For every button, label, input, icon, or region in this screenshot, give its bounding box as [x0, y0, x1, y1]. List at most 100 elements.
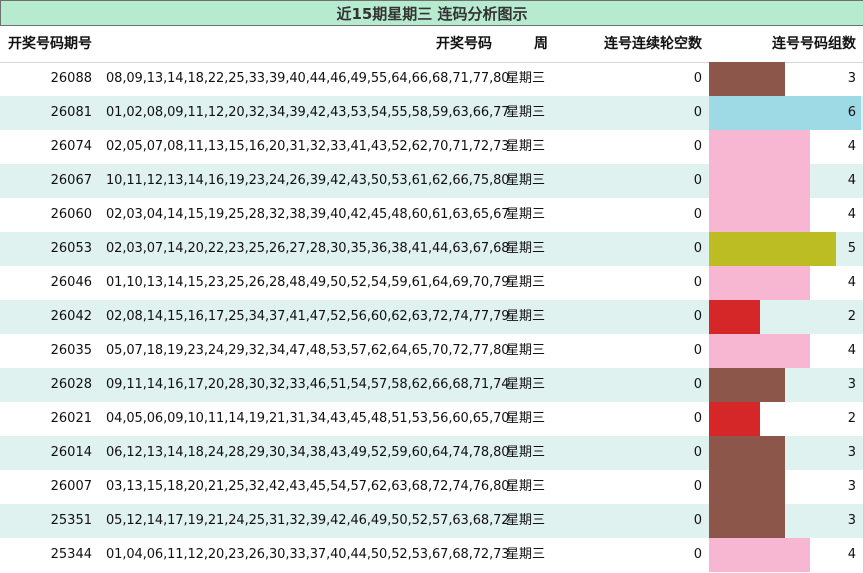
- table-row: 26060 02,03,04,14,15,19,25,28,32,38,39,40…: [0, 198, 864, 232]
- weekday-cell: 星期三: [506, 513, 546, 528]
- group-count-label: 5: [847, 241, 856, 256]
- gap-cell: 0: [693, 547, 702, 562]
- table-row: 26067 10,11,12,13,14,16,19,23,24,26,39,42…: [0, 164, 864, 198]
- group-count-label: 4: [847, 275, 856, 290]
- issue-cell: 26081: [50, 105, 92, 120]
- table-row: 25344 01,04,06,11,12,20,23,26,30,33,37,40…: [0, 538, 864, 572]
- group-count-label: 3: [847, 71, 856, 86]
- numbers-cell: 06,12,13,14,18,24,28,29,30,34,38,43,49,5…: [106, 445, 510, 460]
- gap-cell: 0: [693, 241, 702, 256]
- gap-cell: 0: [693, 343, 702, 358]
- group-count-label: 3: [847, 377, 856, 392]
- numbers-cell: 02,03,07,14,20,22,23,25,26,27,28,30,35,3…: [106, 241, 510, 256]
- group-count-bar: [709, 436, 785, 470]
- gap-cell: 0: [693, 513, 702, 528]
- weekday-cell: 星期三: [506, 241, 546, 256]
- chart-frame: 近15期星期三 连码分析图示 开奖号码期号 开奖号码 周 连号连续轮空数 连号号…: [0, 0, 864, 573]
- issue-cell: 26028: [50, 377, 92, 392]
- group-count-label: 2: [847, 309, 856, 324]
- numbers-cell: 02,08,14,15,16,17,25,34,37,41,47,52,56,6…: [106, 309, 510, 324]
- issue-cell: 26035: [50, 343, 92, 358]
- gap-cell: 0: [693, 309, 702, 324]
- numbers-cell: 10,11,12,13,14,16,19,23,24,26,39,42,43,5…: [106, 173, 510, 188]
- group-count-label: 3: [847, 445, 856, 460]
- group-count-bar: [709, 266, 810, 300]
- issue-cell: 26074: [50, 139, 92, 154]
- gap-cell: 0: [693, 71, 702, 86]
- issue-cell: 26014: [50, 445, 92, 460]
- group-count-bar: [709, 130, 810, 164]
- table-row: 26014 06,12,13,14,18,24,28,29,30,34,38,43…: [0, 436, 864, 470]
- issue-cell: 26053: [50, 241, 92, 256]
- group-count-label: 3: [847, 479, 856, 494]
- group-count-bar: [709, 504, 785, 538]
- table-row: 26088 08,09,13,14,18,22,25,33,39,40,44,46…: [0, 62, 864, 96]
- table-row: 25351 05,12,14,17,19,21,24,25,31,32,39,42…: [0, 504, 864, 538]
- table-row: 26074 02,05,07,08,11,13,15,16,20,31,32,33…: [0, 130, 864, 164]
- gap-cell: 0: [693, 275, 702, 290]
- table-row: 26007 03,13,15,18,20,21,25,32,42,43,45,54…: [0, 470, 864, 504]
- weekday-cell: 星期三: [506, 71, 546, 86]
- numbers-cell: 05,07,18,19,23,24,29,32,34,47,48,53,57,6…: [106, 343, 510, 358]
- weekday-cell: 星期三: [506, 547, 546, 562]
- group-count-bar: [709, 300, 760, 334]
- chart-title: 近15期星期三 连码分析图示: [0, 0, 864, 26]
- weekday-cell: 星期三: [506, 105, 546, 120]
- gap-cell: 0: [693, 377, 702, 392]
- group-count-bar: [709, 470, 785, 504]
- header-weekday: 周: [534, 36, 548, 52]
- table-row: 26081 01,02,08,09,11,12,20,32,34,39,42,43…: [0, 96, 864, 130]
- gap-cell: 0: [693, 139, 702, 154]
- issue-cell: 26060: [50, 207, 92, 222]
- group-count-label: 2: [847, 411, 856, 426]
- gap-cell: 0: [693, 173, 702, 188]
- numbers-cell: 02,05,07,08,11,13,15,16,20,31,32,33,41,4…: [106, 139, 510, 154]
- numbers-cell: 04,05,06,09,10,11,14,19,21,31,34,43,45,4…: [106, 411, 510, 426]
- header-gap: 连号连续轮空数: [604, 36, 702, 52]
- issue-cell: 25344: [50, 547, 92, 562]
- group-count-label: 3: [847, 513, 856, 528]
- group-count-bar: [709, 62, 785, 96]
- weekday-cell: 星期三: [506, 139, 546, 154]
- table-row: 26021 04,05,06,09,10,11,14,19,21,31,34,43…: [0, 402, 864, 436]
- weekday-cell: 星期三: [506, 275, 546, 290]
- data-rows: 26088 08,09,13,14,18,22,25,33,39,40,44,46…: [0, 62, 864, 572]
- group-count-bar: [709, 198, 810, 232]
- issue-cell: 26007: [50, 479, 92, 494]
- header-numbers: 开奖号码: [436, 36, 492, 52]
- weekday-cell: 星期三: [506, 343, 546, 358]
- weekday-cell: 星期三: [506, 207, 546, 222]
- group-count-label: 6: [847, 105, 856, 120]
- numbers-cell: 03,13,15,18,20,21,25,32,42,43,45,54,57,6…: [106, 479, 510, 494]
- gap-cell: 0: [693, 411, 702, 426]
- group-count-bar: [709, 164, 810, 198]
- issue-cell: 26088: [50, 71, 92, 86]
- numbers-cell: 09,11,14,16,17,20,28,30,32,33,46,51,54,5…: [106, 377, 510, 392]
- numbers-cell: 01,10,13,14,15,23,25,26,28,48,49,50,52,5…: [106, 275, 510, 290]
- header-issue: 开奖号码期号: [8, 36, 92, 52]
- group-count-label: 4: [847, 173, 856, 188]
- table-header: 开奖号码期号 开奖号码 周 连号连续轮空数 连号号码组数: [0, 26, 864, 63]
- issue-cell: 26021: [50, 411, 92, 426]
- gap-cell: 0: [693, 207, 702, 222]
- group-count-label: 4: [847, 139, 856, 154]
- table-row: 26028 09,11,14,16,17,20,28,30,32,33,46,51…: [0, 368, 864, 402]
- numbers-cell: 01,04,06,11,12,20,23,26,30,33,37,40,44,5…: [106, 547, 510, 562]
- gap-cell: 0: [693, 445, 702, 460]
- issue-cell: 26067: [50, 173, 92, 188]
- numbers-cell: 01,02,08,09,11,12,20,32,34,39,42,43,53,5…: [106, 105, 510, 120]
- group-count-label: 4: [847, 547, 856, 562]
- table-row: 26035 05,07,18,19,23,24,29,32,34,47,48,53…: [0, 334, 864, 368]
- numbers-cell: 05,12,14,17,19,21,24,25,31,32,39,42,46,4…: [106, 513, 510, 528]
- gap-cell: 0: [693, 479, 702, 494]
- numbers-cell: 08,09,13,14,18,22,25,33,39,40,44,46,49,5…: [106, 71, 510, 86]
- issue-cell: 25351: [50, 513, 92, 528]
- weekday-cell: 星期三: [506, 479, 546, 494]
- weekday-cell: 星期三: [506, 173, 546, 188]
- numbers-cell: 02,03,04,14,15,19,25,28,32,38,39,40,42,4…: [106, 207, 510, 222]
- weekday-cell: 星期三: [506, 411, 546, 426]
- gap-cell: 0: [693, 105, 702, 120]
- weekday-cell: 星期三: [506, 309, 546, 324]
- issue-cell: 26046: [50, 275, 92, 290]
- group-count-label: 4: [847, 207, 856, 222]
